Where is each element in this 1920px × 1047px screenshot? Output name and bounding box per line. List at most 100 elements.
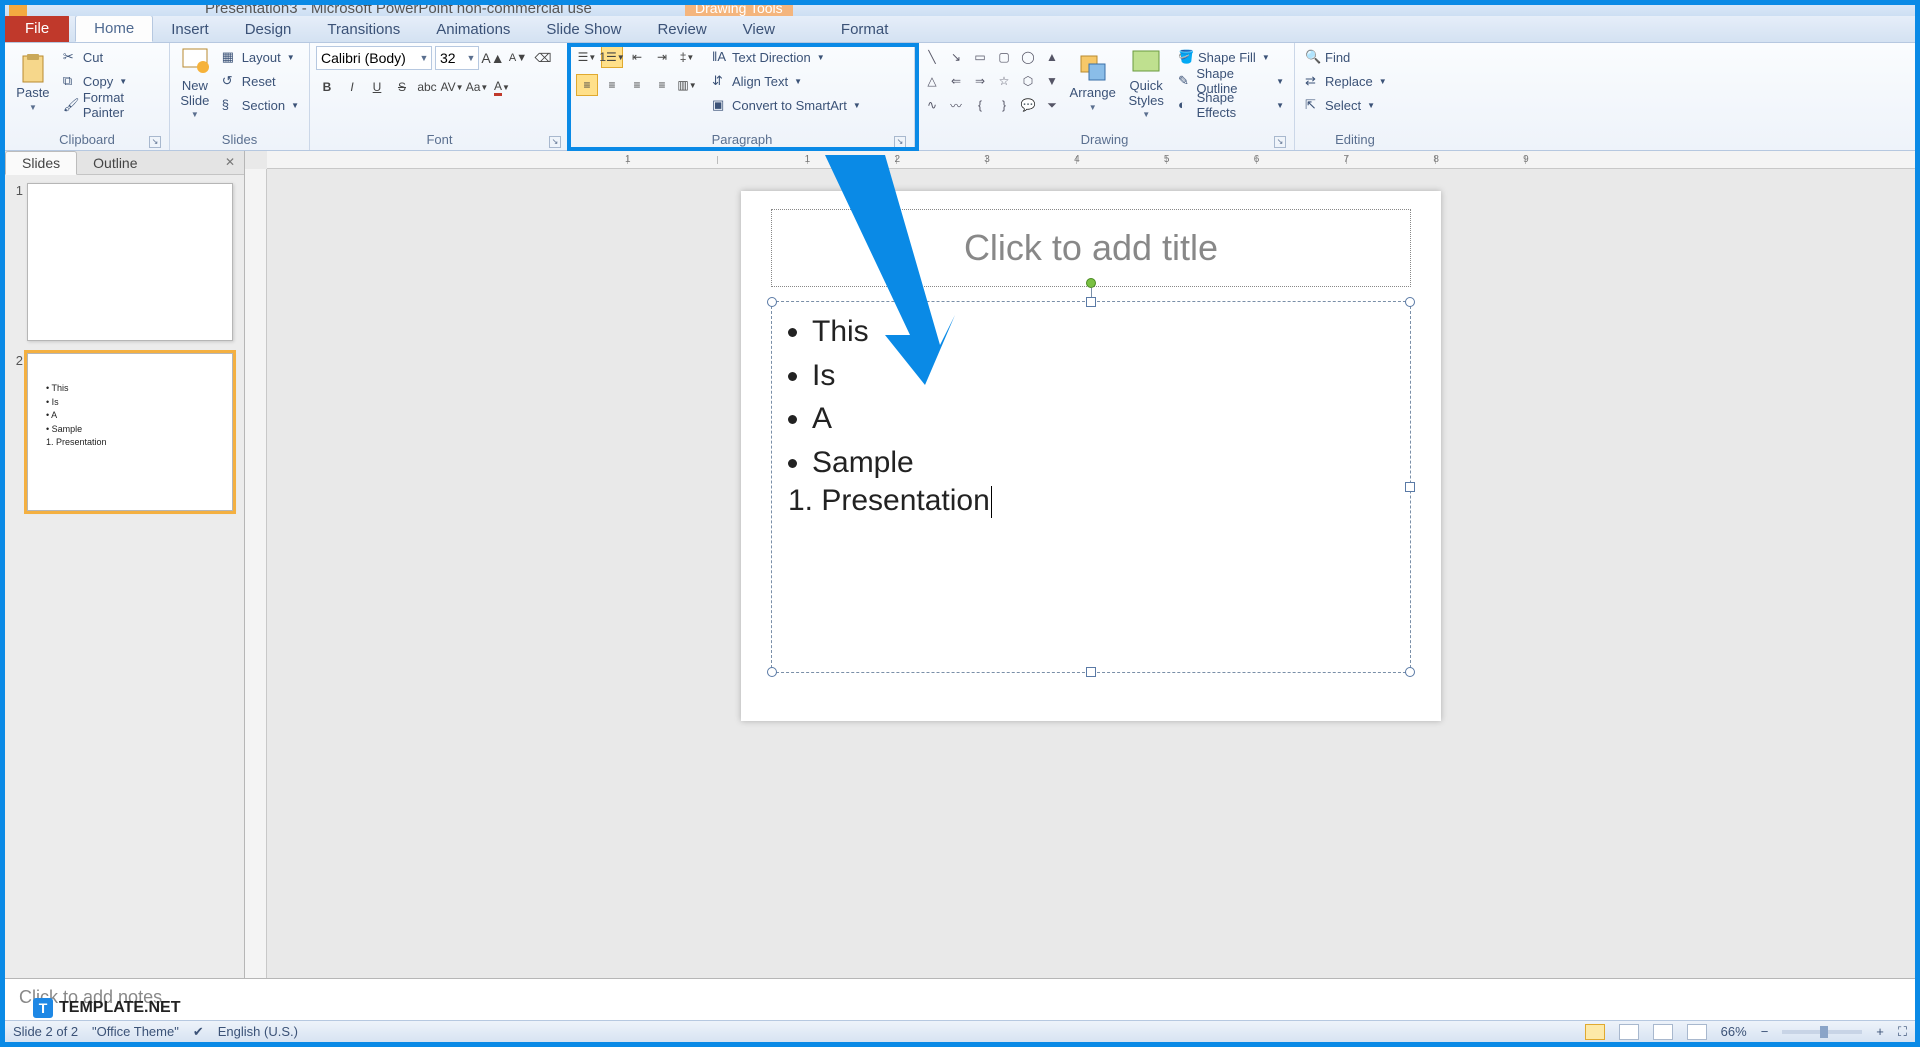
chevron-down-icon[interactable]: ▼ [417,53,431,63]
zoom-slider[interactable] [1782,1030,1862,1034]
shape-hex-icon[interactable]: ⬡ [1017,70,1039,92]
shape-callout-icon[interactable]: 💬 [1017,94,1039,116]
arrange-button[interactable]: Arrange ▼ [1067,46,1118,118]
paste-button[interactable]: Paste ▼ [11,46,55,118]
bullet-item[interactable]: A [812,397,1398,441]
change-case-button[interactable]: Aa▼ [466,76,488,98]
select-button[interactable]: ⇱Select▼ [1301,94,1379,116]
shapes-more-button[interactable]: ⏷ [1041,94,1063,116]
slide-canvas-area[interactable]: Click to add title This Is [267,169,1915,978]
content-placeholder[interactable]: This Is A Sample 1. Presentation [771,301,1411,673]
shapes-scroll-up[interactable]: ▲ [1041,46,1063,68]
status-zoom[interactable]: 66% [1721,1024,1747,1039]
clipboard-dialog-launcher[interactable]: ↘ [149,136,161,148]
shape-fill-button[interactable]: 🪣Shape Fill▼ [1174,46,1288,68]
increase-indent-button[interactable]: ⇥ [651,46,673,68]
shape-star-icon[interactable]: ☆ [993,70,1015,92]
align-text-button[interactable]: ⇵Align Text▼ [708,70,865,92]
shapes-gallery[interactable]: ╲ ↘ ▭ ▢ ◯ ▲ △ ⇐ ⇒ ☆ ⬡ ▼ ∿ 〰 { } 💬 ⏷ [921,46,1063,116]
pane-close-button[interactable]: ✕ [222,155,238,171]
rotate-handle[interactable] [1086,278,1096,288]
justify-button[interactable]: ≡ [651,74,673,96]
shape-roundrect-icon[interactable]: ▢ [993,46,1015,68]
copy-button[interactable]: ⧉Copy▼ [59,70,163,92]
paragraph-dialog-launcher[interactable]: ↘ [894,136,906,148]
resize-handle-nw[interactable] [767,297,777,307]
font-size-combo[interactable]: ▼ [435,46,479,70]
font-size-input[interactable] [436,50,464,66]
tab-view[interactable]: View [725,17,793,42]
decrease-indent-button[interactable]: ⇤ [626,46,648,68]
resize-handle-e[interactable] [1405,482,1415,492]
shape-arrow-icon[interactable]: ↘ [945,46,967,68]
shape-freeform-icon[interactable]: 〰 [945,94,967,116]
shape-oval-icon[interactable]: ◯ [1017,46,1039,68]
bold-button[interactable]: B [316,76,338,98]
title-placeholder[interactable]: Click to add title [771,209,1411,287]
bullets-button[interactable]: ☰▼ [576,46,598,68]
shape-line-icon[interactable]: ╲ [921,46,943,68]
tab-insert[interactable]: Insert [153,17,227,42]
bullet-item[interactable]: This [812,310,1398,354]
tab-animations[interactable]: Animations [418,17,528,42]
tab-design[interactable]: Design [227,17,310,42]
columns-button[interactable]: ▥▼ [676,74,698,96]
shape-arrowR-icon[interactable]: ⇒ [969,70,991,92]
shape-brace2-icon[interactable]: } [993,94,1015,116]
new-slide-button[interactable]: New Slide ▼ [176,46,214,118]
notes-pane[interactable]: Click to add notes [5,978,1915,1020]
font-dialog-launcher[interactable]: ↘ [549,136,561,148]
resize-handle-ne[interactable] [1405,297,1415,307]
tab-format[interactable]: Format [823,17,907,42]
shape-arrowL-icon[interactable]: ⇐ [945,70,967,92]
font-name-input[interactable] [317,50,417,66]
tab-review[interactable]: Review [639,17,724,42]
shrink-font-button[interactable]: A▼ [507,47,529,69]
replace-button[interactable]: ⇄Replace▼ [1301,70,1391,92]
app-icon[interactable] [9,5,27,16]
shape-brace-icon[interactable]: { [969,94,991,116]
align-center-button[interactable]: ≡ [601,74,623,96]
align-left-button[interactable]: ≡ [576,74,598,96]
chevron-down-icon[interactable]: ▼ [464,53,478,63]
status-language[interactable]: English (U.S.) [218,1024,298,1039]
convert-smartart-button[interactable]: ▣Convert to SmartArt▼ [708,94,865,116]
shape-rect-icon[interactable]: ▭ [969,46,991,68]
bullet-item[interactable]: Is [812,354,1398,398]
status-spellcheck-icon[interactable]: ✔ [193,1024,204,1040]
shape-curve-icon[interactable]: ∿ [921,94,943,116]
quick-styles-button[interactable]: Quick Styles ▼ [1122,46,1170,118]
italic-button[interactable]: I [341,76,363,98]
numbered-item[interactable]: 1. Presentation [784,484,1398,518]
shapes-scroll-down[interactable]: ▼ [1041,70,1063,92]
line-spacing-button[interactable]: ‡▼ [676,46,698,68]
text-direction-button[interactable]: ‖AText Direction▼ [708,46,865,68]
character-spacing-button[interactable]: AV▼ [441,76,463,98]
drawing-dialog-launcher[interactable]: ↘ [1274,136,1286,148]
resize-handle-s[interactable] [1086,667,1096,677]
zoom-in-button[interactable]: + [1876,1024,1884,1039]
layout-button[interactable]: ▦Layout▼ [218,46,303,68]
fit-to-window-button[interactable]: ⛶ [1898,1024,1907,1040]
underline-button[interactable]: U [366,76,388,98]
align-right-button[interactable]: ≡ [626,74,648,96]
grow-font-button[interactable]: A▲ [482,47,504,69]
font-name-combo[interactable]: ▼ [316,46,432,70]
pane-tab-slides[interactable]: Slides [5,151,77,175]
bullet-item[interactable]: Sample [812,441,1398,485]
thumb-slide-1[interactable] [27,183,233,341]
numbering-button[interactable]: 1☰▼ [601,46,623,68]
tab-transitions[interactable]: Transitions [309,17,418,42]
shape-triangle-icon[interactable]: △ [921,70,943,92]
shape-outline-button[interactable]: ✎Shape Outline▼ [1174,70,1288,92]
font-color-button[interactable]: A▼ [491,76,513,98]
view-sorter-button[interactable] [1619,1024,1639,1040]
pane-tab-outline[interactable]: Outline [77,152,153,174]
reset-button[interactable]: ↺Reset [218,70,303,92]
file-tab[interactable]: File [5,15,69,42]
thumb-slide-2[interactable]: • This • Is • A • Sample 1. Presentation [27,353,233,511]
text-shadow-button[interactable]: abc [416,76,438,98]
section-button[interactable]: §Section▼ [218,94,303,116]
view-slideshow-button[interactable] [1687,1024,1707,1040]
clear-formatting-button[interactable]: ⌫ [532,47,554,69]
